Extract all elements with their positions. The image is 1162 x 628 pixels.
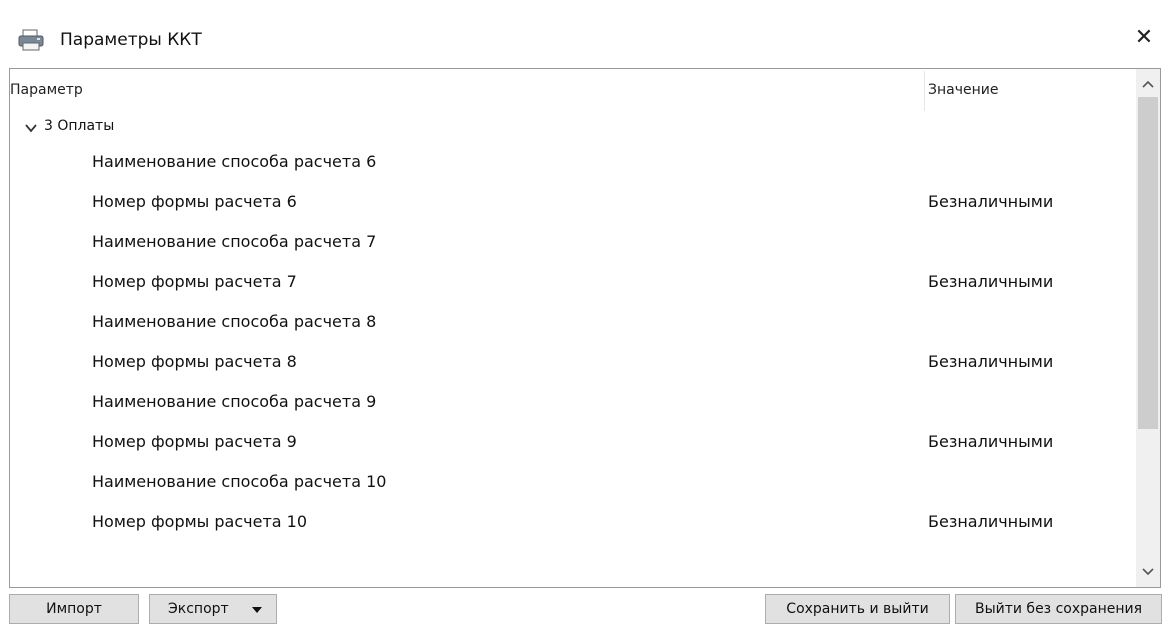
table-row[interactable]: Наименование способа расчета 7 (10, 223, 1136, 263)
row-param-value[interactable]: Безналичными (928, 512, 1053, 531)
save-and-exit-button[interactable]: Сохранить и выйти (765, 594, 950, 624)
table-row[interactable]: Номер формы расчета 7 Безналичными (10, 263, 1136, 303)
row-param-name: Номер формы расчета 9 (92, 432, 297, 451)
button-bar: Импорт Экспорт Сохранить и выйти Выйти б… (0, 588, 1162, 628)
table-header: Параметр Значение (10, 69, 1136, 111)
exit-without-saving-button[interactable]: Выйти без сохранения (955, 594, 1162, 624)
table-row[interactable]: Наименование способа расчета 8 (10, 303, 1136, 343)
row-param-name: Номер формы расчета 8 (92, 352, 297, 371)
table-row[interactable]: Номер формы расчета 9 Безналичными (10, 423, 1136, 463)
row-param-name: Номер формы расчета 7 (92, 272, 297, 291)
row-param-name: Номер формы расчета 6 (92, 192, 297, 211)
table-row[interactable]: Наименование способа расчета 10 (10, 463, 1136, 503)
vertical-scrollbar[interactable] (1136, 69, 1160, 587)
row-param-value[interactable]: Безналичными (928, 272, 1053, 291)
row-param-name: Номер формы расчета 10 (92, 512, 308, 531)
scroll-down-arrow-icon[interactable] (1136, 559, 1160, 583)
scroll-up-arrow-icon[interactable] (1136, 73, 1160, 97)
table-row[interactable]: Наименование способа расчета 9 (10, 383, 1136, 423)
column-header-value[interactable]: Значение (928, 82, 998, 98)
title-bar: Параметры ККТ ✕ (0, 0, 1162, 64)
row-param-value[interactable]: Безналичными (928, 352, 1053, 371)
caret-down-icon (252, 607, 262, 613)
table-row[interactable]: Номер формы расчета 8 Безналичными (10, 343, 1136, 383)
scrollbar-thumb[interactable] (1138, 97, 1158, 429)
table-row[interactable]: Наименование способа расчета 6 (10, 143, 1136, 183)
export-dropdown-button[interactable]: Экспорт (149, 594, 277, 624)
row-param-name: Наименование способа расчета 6 (92, 152, 377, 171)
close-button[interactable]: ✕ (1126, 20, 1162, 56)
row-param-name: Наименование способа расчета 7 (92, 232, 377, 251)
table-row[interactable]: Номер формы расчета 6 Безналичными (10, 183, 1136, 223)
chevron-down-icon[interactable] (24, 121, 38, 135)
column-header-param[interactable]: Параметр (10, 82, 83, 98)
row-param-name: Наименование способа расчета 9 (92, 392, 377, 411)
export-button-label: Экспорт (168, 601, 229, 617)
printer-icon (18, 29, 44, 51)
group-label: 3 Оплаты (44, 118, 115, 134)
table-row[interactable]: Номер формы расчета 10 Безналичными (10, 503, 1136, 543)
row-param-name: Наименование способа расчета 10 (92, 472, 387, 491)
import-button[interactable]: Импорт (9, 594, 139, 624)
parameters-tree-table[interactable]: Параметр Значение 3 Оплаты Наименование … (9, 68, 1161, 588)
row-param-value[interactable]: Безналичными (928, 432, 1053, 451)
tree-group-payments[interactable]: 3 Оплаты (10, 113, 1136, 143)
window-title: Параметры ККТ (60, 30, 202, 50)
column-separator[interactable] (924, 71, 925, 111)
row-param-name: Наименование способа расчета 8 (92, 312, 377, 331)
row-param-value[interactable]: Безналичными (928, 192, 1053, 211)
